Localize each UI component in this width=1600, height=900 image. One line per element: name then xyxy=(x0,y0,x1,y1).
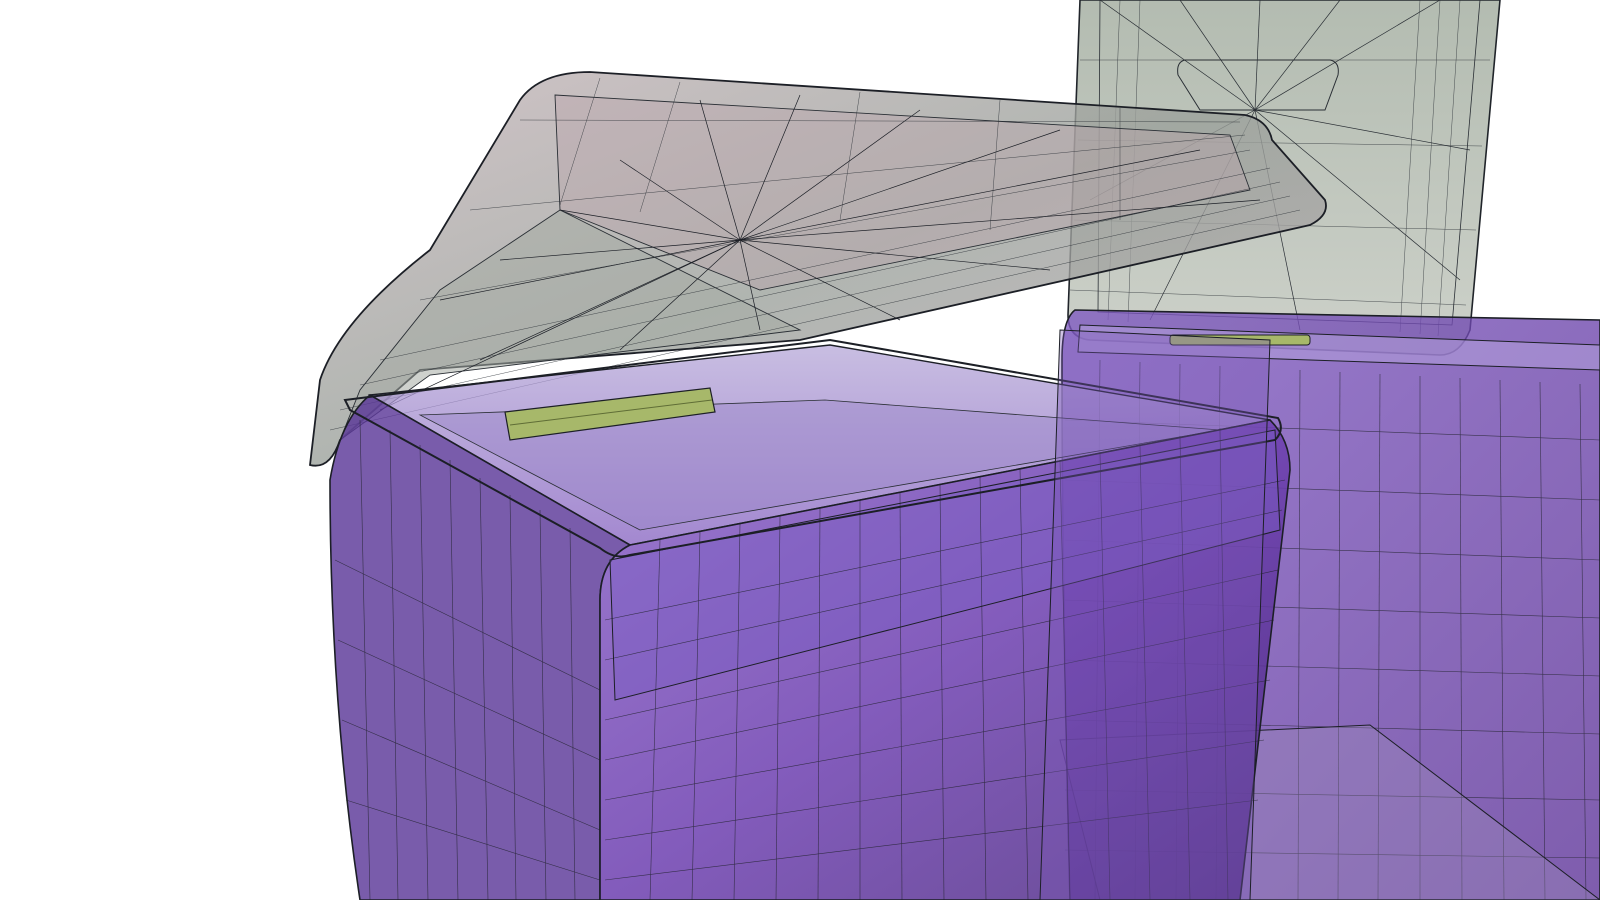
3d-viewport xyxy=(0,0,1600,900)
front-container xyxy=(309,71,1327,900)
wireframe-render xyxy=(309,0,1600,900)
overlap-shadow-panel xyxy=(1039,329,1271,900)
